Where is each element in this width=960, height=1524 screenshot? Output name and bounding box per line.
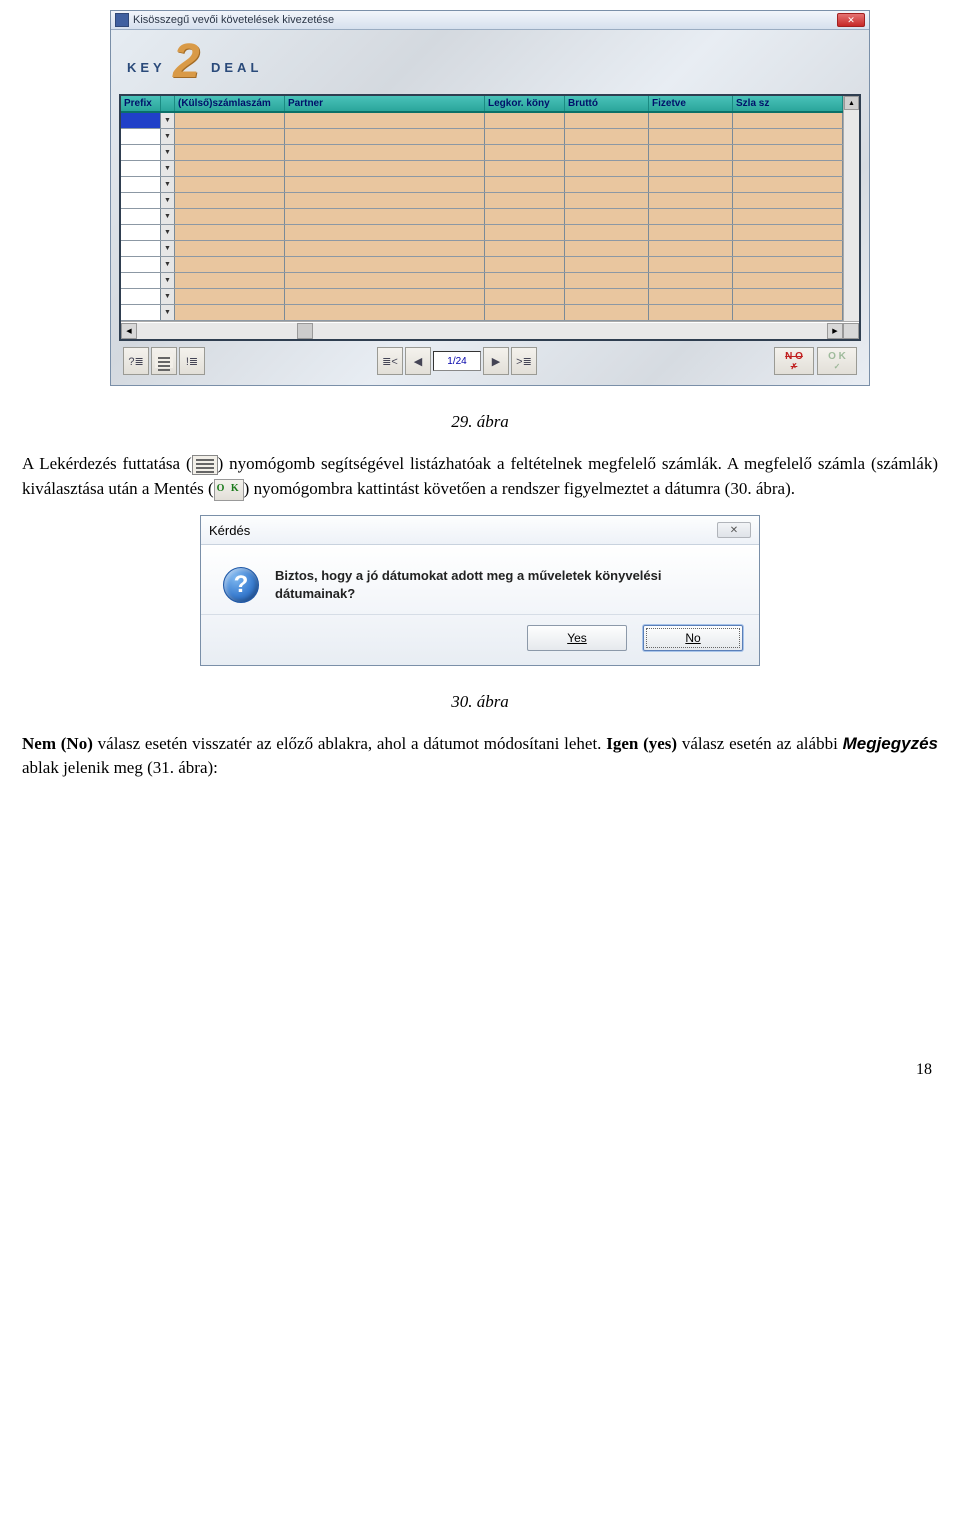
- table-row[interactable]: ▼: [121, 273, 843, 289]
- dropdown-icon[interactable]: ▼: [161, 289, 175, 304]
- dialog-message: Biztos, hogy a jó dátumokat adott meg a …: [275, 567, 737, 603]
- nav-first-button[interactable]: ≣<: [377, 347, 403, 375]
- dropdown-icon[interactable]: ▼: [161, 273, 175, 288]
- col-prefix[interactable]: Prefix: [121, 96, 161, 111]
- confirm-dialog: Kérdés ✕ ? Biztos, hogy a jó dátumokat a…: [200, 515, 760, 665]
- vertical-scrollbar[interactable]: ▲: [843, 96, 859, 321]
- page-number: 18: [0, 1061, 932, 1079]
- table-row[interactable]: ▼: [121, 241, 843, 257]
- window-body: KEY 2 DEAL Prefix (Külső)számlaszám Part…: [111, 30, 869, 385]
- nav-last-button[interactable]: >≣: [511, 347, 537, 375]
- dropdown-icon[interactable]: ▼: [161, 193, 175, 208]
- dropdown-icon[interactable]: ▼: [161, 209, 175, 224]
- dropdown-icon[interactable]: ▼: [161, 161, 175, 176]
- table-row[interactable]: ▼: [121, 209, 843, 225]
- close-icon[interactable]: ✕: [837, 13, 865, 27]
- figure-caption-30: 30. ábra: [20, 692, 940, 712]
- table-row[interactable]: ▼: [121, 145, 843, 161]
- table-row[interactable]: ▼: [121, 289, 843, 305]
- run-query-icon: [192, 455, 218, 475]
- scroll-left-icon[interactable]: ◀: [121, 323, 137, 339]
- table-row[interactable]: ▼: [121, 129, 843, 145]
- window-title: Kisösszegű vevői követelések kivezetése: [133, 14, 334, 26]
- clear-button[interactable]: !≣: [179, 347, 205, 375]
- table-row[interactable]: ▼: [121, 193, 843, 209]
- logo-2-glyph: 2: [173, 34, 200, 89]
- col-fizetve[interactable]: Fizetve: [649, 96, 733, 111]
- col-kulso-szamlaszam[interactable]: (Külső)számlaszám: [175, 96, 285, 111]
- col-szla-sz[interactable]: Szla sz: [733, 96, 843, 111]
- col-legkor-kony[interactable]: Legkor. köny: [485, 96, 565, 111]
- dialog-titlebar: Kérdés ✕: [201, 516, 759, 545]
- dropdown-icon[interactable]: ▼: [161, 241, 175, 256]
- question-icon: ?: [223, 567, 259, 603]
- save-ok-button[interactable]: O K✓: [817, 347, 857, 375]
- scrollbar-thumb[interactable]: [297, 323, 313, 339]
- titlebar: Kisösszegű vevői követelések kivezetése …: [111, 11, 869, 30]
- scroll-up-icon[interactable]: ▲: [844, 96, 859, 110]
- col-partner[interactable]: Partner: [285, 96, 485, 111]
- logo-deal-text: DEAL: [211, 60, 262, 75]
- dropdown-icon[interactable]: ▼: [161, 225, 175, 240]
- paragraph-1: A Lekérdezés futtatása () nyomógomb segí…: [22, 452, 938, 501]
- grid-container: Prefix (Külső)számlaszám Partner Legkor.…: [119, 94, 861, 341]
- dropdown-icon[interactable]: ▼: [161, 177, 175, 192]
- table-row[interactable]: ▼: [121, 161, 843, 177]
- nav-prev-button[interactable]: ◀: [405, 347, 431, 375]
- page-indicator: 1/24: [433, 351, 481, 371]
- table-row[interactable]: ▼: [121, 177, 843, 193]
- table-row[interactable]: ▼: [121, 305, 843, 321]
- dropdown-icon[interactable]: ▼: [161, 145, 175, 160]
- table-row[interactable]: ▼: [121, 113, 843, 129]
- table-row[interactable]: ▼: [121, 257, 843, 273]
- horizontal-scrollbar[interactable]: ◀ ▶: [121, 321, 859, 339]
- dropdown-icon[interactable]: ▼: [161, 257, 175, 272]
- run-query-button[interactable]: [151, 347, 177, 375]
- close-icon[interactable]: ✕: [717, 522, 751, 538]
- table-row[interactable]: ▼: [121, 225, 843, 241]
- paragraph-2: Nem (No) válasz esetén visszatér az előz…: [22, 732, 938, 781]
- cancel-no-button[interactable]: N O✗: [774, 347, 814, 375]
- logo: KEY 2 DEAL: [119, 38, 861, 88]
- filter-button[interactable]: ?≣: [123, 347, 149, 375]
- scroll-right-icon[interactable]: ▶: [827, 323, 843, 339]
- ok-save-icon: O K: [214, 479, 244, 501]
- grid-header: Prefix (Külső)számlaszám Partner Legkor.…: [121, 96, 843, 113]
- yes-button[interactable]: Yes: [527, 625, 627, 651]
- dropdown-icon[interactable]: ▼: [161, 305, 175, 320]
- app-window-kivezetes: Kisösszegű vevői követelések kivezetése …: [110, 10, 870, 386]
- app-icon: [115, 13, 129, 27]
- no-button[interactable]: No: [643, 625, 743, 651]
- dropdown-icon[interactable]: ▼: [161, 129, 175, 144]
- figure-caption-29: 29. ábra: [20, 412, 940, 432]
- dropdown-icon[interactable]: ▼: [161, 113, 175, 128]
- col-brutto[interactable]: Bruttó: [565, 96, 649, 111]
- dialog-title: Kérdés: [209, 523, 250, 538]
- footer-toolbar: ?≣ !≣ ≣< ◀ 1/24 ▶ >≣ N O✗ O: [119, 341, 861, 377]
- logo-key-text: KEY: [127, 60, 166, 75]
- nav-next-button[interactable]: ▶: [483, 347, 509, 375]
